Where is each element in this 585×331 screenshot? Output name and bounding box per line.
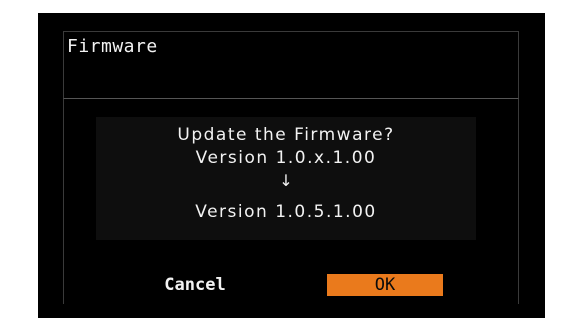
- ok-button[interactable]: OK: [327, 274, 443, 296]
- message-question: Update the Firmware?: [177, 125, 395, 145]
- new-version: Version 1.0.5.1.00: [195, 202, 377, 222]
- down-arrow-icon: ↓: [279, 171, 293, 190]
- message-box: Update the Firmware? Version 1.0.x.1.00 …: [96, 117, 476, 240]
- dialog-title: Firmware: [67, 36, 158, 57]
- cancel-button[interactable]: Cancel: [130, 275, 260, 295]
- current-version: Version 1.0.x.1.00: [195, 148, 377, 168]
